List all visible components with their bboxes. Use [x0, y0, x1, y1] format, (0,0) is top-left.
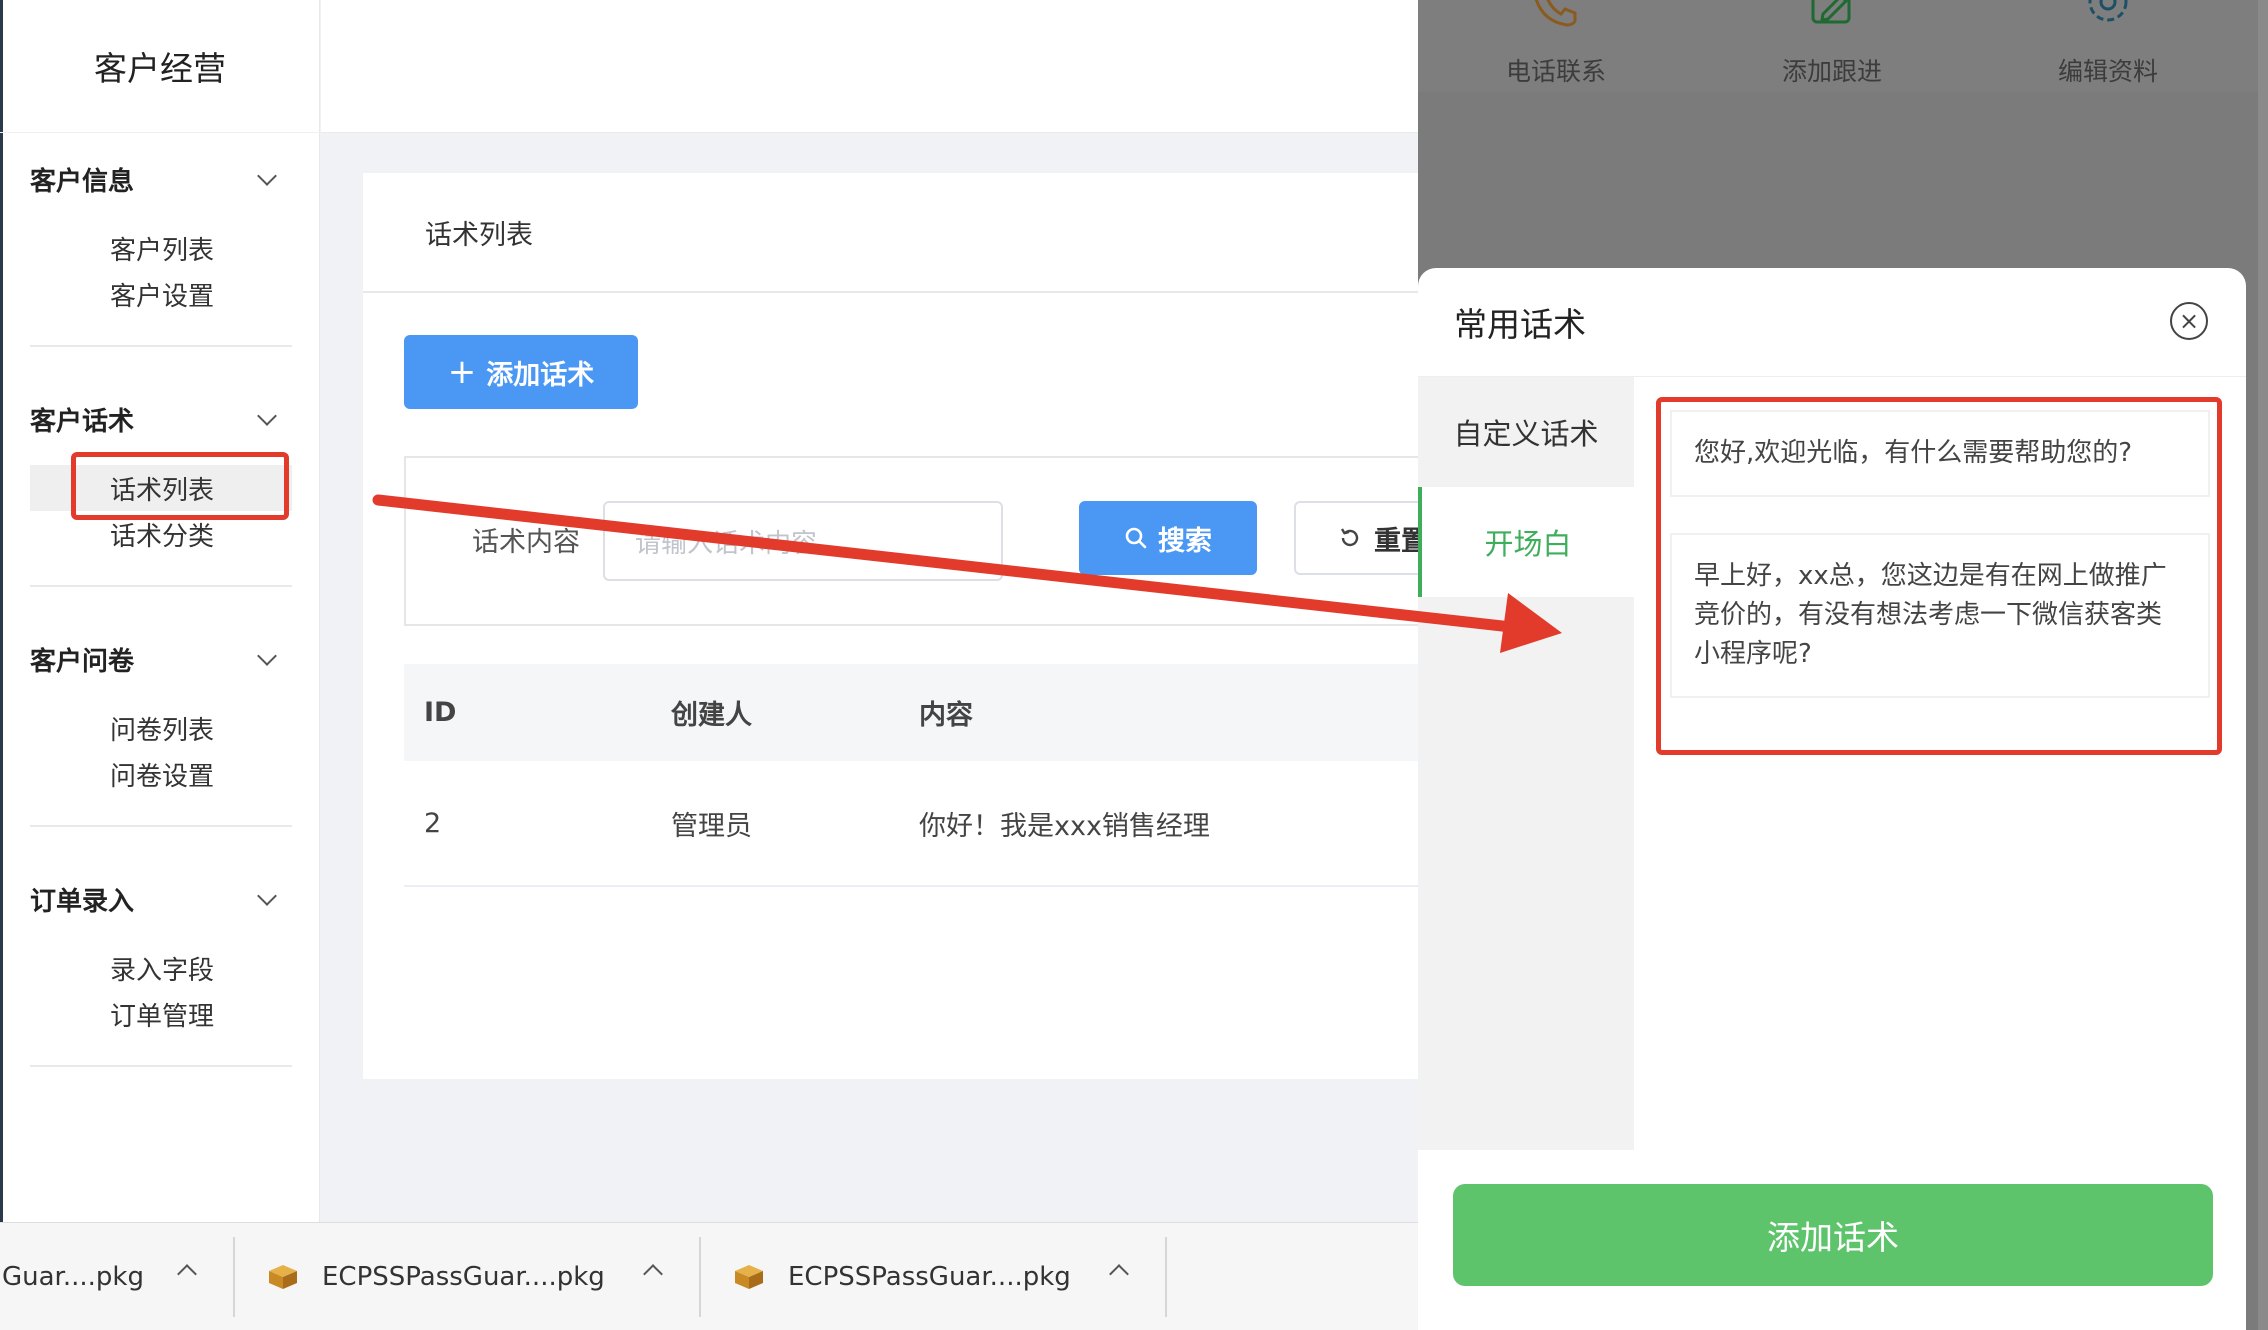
phone-action-label: 电话联系	[1505, 57, 1606, 86]
menu-head-label: 客户话术	[30, 406, 135, 437]
phone-icon	[1534, 0, 1577, 27]
add-script-label: 添加话术	[486, 359, 595, 391]
phone-action-bar: 电话联系 添加跟进 编辑资料	[1418, 0, 2268, 92]
chevron-down-icon	[257, 646, 277, 666]
close-icon[interactable]: ×	[2170, 302, 2208, 340]
add-script-button[interactable]: + 添加话术	[404, 335, 638, 409]
download-bar: Guar....pkg ECPSSPassGuar....pkg ECPSSPa…	[0, 1222, 1418, 1330]
chevron-down-icon	[257, 886, 277, 906]
search-input[interactable]: 请输入话术内容	[603, 501, 1003, 581]
page-title: 话术列表	[425, 220, 533, 251]
refresh-icon	[1340, 528, 1359, 547]
download-item[interactable]: ECPSSPassGuar....pkg	[734, 1223, 1071, 1330]
download-item[interactable]: ECPSSPassGuar....pkg	[268, 1223, 605, 1330]
cell-content: 你好！我是xxx销售经理	[919, 810, 1210, 842]
search-placeholder: 请输入话术内容	[635, 528, 818, 559]
menu-head-label: 客户信息	[30, 166, 135, 197]
phone-action-label: 添加跟进	[1781, 57, 1882, 86]
download-item[interactable]: Guar....pkg	[2, 1223, 144, 1330]
download-separator	[233, 1237, 235, 1317]
menu-head-questionnaire[interactable]: 客户问卷	[30, 613, 292, 705]
menu-head-label: 客户问卷	[30, 646, 135, 677]
tab-opening-lines[interactable]: 开场白	[1418, 487, 1634, 597]
search-icon	[1125, 527, 1147, 549]
chevron-up-icon[interactable]	[177, 1264, 197, 1284]
sheet-title: 常用话术	[1454, 305, 1586, 344]
column-header-id: ID	[424, 697, 457, 728]
chevron-down-icon	[257, 166, 277, 186]
column-header-content: 内容	[919, 700, 973, 731]
package-icon	[269, 1265, 297, 1289]
phone-action-label: 编辑资料	[2057, 57, 2158, 86]
sidebar-item-customer-list[interactable]: 客户列表	[30, 225, 292, 271]
menu-head-order-entry[interactable]: 订单录入	[30, 853, 292, 945]
menu-group-order-entry: 订单录入 录入字段 订单管理	[30, 853, 292, 1067]
menu-head-customer-info[interactable]: 客户信息	[30, 133, 292, 225]
download-filename: Guar....pkg	[2, 1262, 144, 1292]
sidebar-item-questionnaire-list[interactable]: 问卷列表	[30, 705, 292, 751]
download-separator	[699, 1237, 701, 1317]
menu-group-questionnaire: 客户问卷 问卷列表 问卷设置	[30, 613, 292, 827]
sidebar-item-order-management[interactable]: 订单管理	[30, 991, 292, 1037]
download-filename: ECPSSPassGuar....pkg	[788, 1262, 1071, 1292]
edit-icon	[1811, 0, 1851, 24]
package-icon	[735, 1265, 763, 1289]
plus-icon: +	[447, 352, 477, 392]
download-filename: ECPSSPassGuar....pkg	[322, 1262, 605, 1292]
phone-edge	[2258, 0, 2268, 1330]
sidebar-item-customer-settings[interactable]: 客户设置	[30, 271, 292, 317]
annotation-highlight-scripts	[1656, 397, 2222, 755]
cell-id: 2	[424, 807, 442, 839]
gear-icon	[2088, 0, 2128, 22]
chevron-up-icon[interactable]	[643, 1264, 663, 1284]
menu-group-customer-info: 客户信息 客户列表 客户设置	[30, 133, 292, 347]
search-label: 话术内容	[472, 527, 580, 558]
app-title: 客户经营	[0, 0, 320, 133]
sidebar-item-questionnaire-settings[interactable]: 问卷设置	[30, 751, 292, 797]
menu-head-label: 订单录入	[30, 886, 135, 917]
sidebar-edge	[0, 0, 3, 1222]
sidebar-item-entry-fields[interactable]: 录入字段	[30, 945, 292, 991]
column-header-creator: 创建人	[671, 700, 752, 731]
chevron-up-icon[interactable]	[1109, 1264, 1129, 1284]
chevron-down-icon	[257, 406, 277, 426]
search-button-label: 搜索	[1158, 525, 1212, 557]
tab-custom-scripts[interactable]: 自定义话术	[1418, 377, 1634, 487]
download-separator	[1165, 1237, 1167, 1317]
annotation-highlight-menu	[71, 452, 289, 520]
sidebar: 客户经营 客户信息 客户列表 客户设置 客户话术 话术列表 话术分类 客户问卷 …	[0, 0, 320, 1222]
cell-creator: 管理员	[671, 810, 752, 842]
sheet-tab-list: 自定义话术 开场白	[1418, 377, 1634, 1150]
search-button[interactable]: 搜索	[1079, 501, 1257, 575]
sheet-add-script-button[interactable]: 添加话术	[1453, 1184, 2213, 1286]
